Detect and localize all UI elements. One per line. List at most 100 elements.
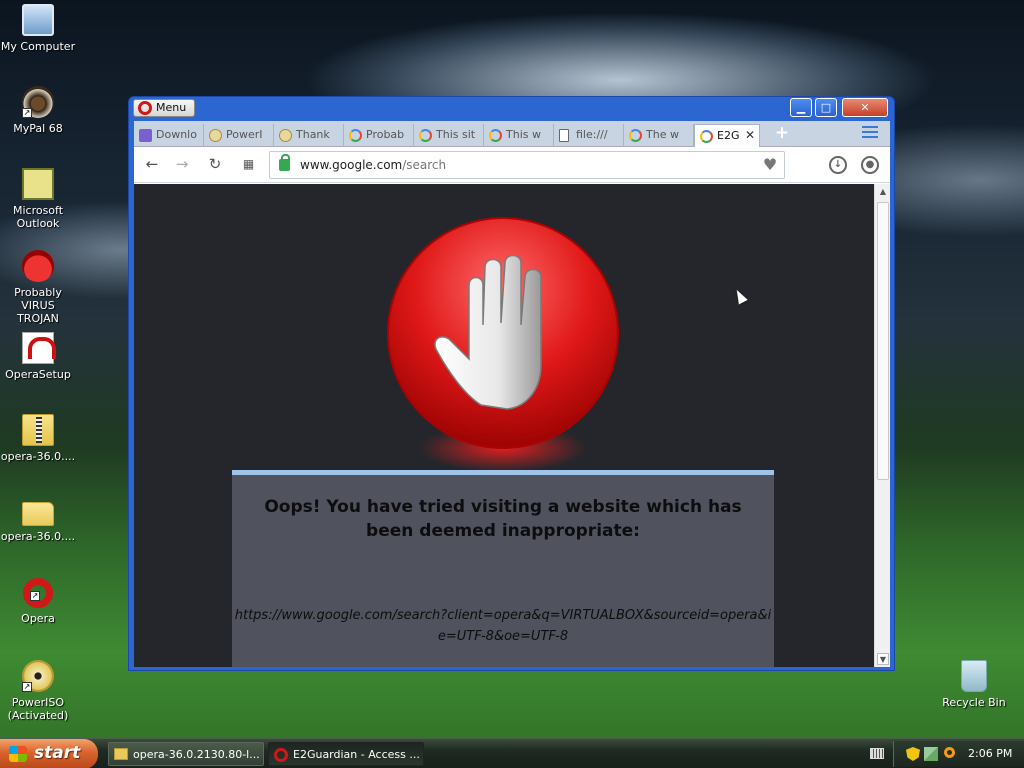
reload-icon[interactable]: ↻: [205, 155, 225, 175]
vertical-scrollbar[interactable]: ▲ ▼: [874, 184, 890, 667]
desktop-icon-label-line2: Outlook: [16, 217, 60, 230]
desktop-icon-virus[interactable]: Probably VIRUS TROJAN: [0, 250, 76, 325]
secure-lock-icon: [279, 154, 290, 171]
address-bar[interactable]: www.google.com/search ♥: [269, 151, 785, 179]
tab-downloads[interactable]: Downlo: [134, 124, 204, 147]
scroll-up-icon[interactable]: ▲: [877, 186, 889, 198]
tab-menu-icon[interactable]: [862, 126, 878, 140]
network-icon[interactable]: [924, 747, 938, 761]
desktop-icon-recycle-bin[interactable]: Recycle Bin: [936, 660, 1012, 709]
poweriso-favicon-icon: [209, 129, 222, 142]
tab-thank[interactable]: Thank: [274, 124, 344, 147]
maximize-button[interactable]: □: [815, 98, 837, 117]
tab-this-site[interactable]: This sit: [414, 124, 484, 147]
desktop-icon-label: My Computer: [0, 40, 76, 53]
desktop-icon-label: Opera: [21, 612, 55, 625]
back-arrow-icon[interactable]: ←: [142, 155, 162, 175]
desktop-icon-label: Microsoft: [12, 204, 64, 217]
tab-title: file:///: [576, 128, 608, 141]
browser-window: Menu ▁ □ ✕ Downlo PowerI Thank Probab Th…: [128, 96, 895, 671]
tab-close-icon[interactable]: ✕: [745, 128, 755, 142]
tab-title: This w: [506, 128, 541, 141]
desktop-icon-label: opera-36.0....: [0, 530, 76, 543]
opera-logo-icon: [138, 101, 152, 115]
account-icon[interactable]: ●: [861, 156, 879, 174]
tab-bar: Downlo PowerI Thank Probab This sit This…: [134, 121, 890, 147]
tab-the-w[interactable]: The w: [624, 124, 694, 147]
minimize-button[interactable]: ▁: [790, 98, 812, 117]
outlook-icon: [22, 168, 54, 200]
security-shield-icon[interactable]: [906, 747, 920, 761]
desktop-icon-label: opera-36.0....: [0, 450, 76, 463]
scroll-down-icon[interactable]: ▼: [877, 653, 889, 665]
desktop-icon-opera[interactable]: ↗ Opera: [0, 578, 76, 625]
heart-bookmark-icon[interactable]: ♥: [760, 155, 780, 175]
tab-title: Probab: [366, 128, 405, 141]
tab-poweriso[interactable]: PowerI: [204, 124, 274, 147]
block-message-box: Oops! You have tried visiting a website …: [232, 470, 774, 667]
google-favicon-icon: [700, 130, 713, 143]
tab-title: E2G: [717, 129, 740, 142]
system-tray: 2:06 PM: [893, 741, 1024, 767]
keyboard-icon[interactable]: [870, 748, 884, 759]
folder-icon: [22, 502, 54, 526]
taskbar: start opera-36.0.2130.80-l... E2Guardian…: [0, 738, 1024, 768]
tab-this-w[interactable]: This w: [484, 124, 554, 147]
blocked-url[interactable]: https://www.google.com/search?client=ope…: [232, 605, 774, 647]
search-icon[interactable]: [944, 747, 955, 758]
mk-favicon-icon: [139, 129, 152, 142]
close-button[interactable]: ✕: [842, 98, 888, 117]
windows-flag-icon: [9, 746, 27, 762]
google-favicon-icon: [489, 129, 502, 142]
desktop-icon-outlook[interactable]: Microsoft Outlook: [0, 168, 76, 230]
file-favicon-icon: [559, 129, 569, 142]
page-content: Oops! You have tried visiting a website …: [134, 184, 874, 667]
tab-title: PowerI: [226, 128, 263, 141]
desktop-icon-label: OperaSetup: [5, 368, 71, 381]
new-tab-button[interactable]: +: [772, 124, 792, 144]
tab-file[interactable]: file:///: [554, 124, 624, 147]
desktop-icon-opera-setup[interactable]: OperaSetup: [0, 332, 76, 381]
url-host: www.google.com: [300, 158, 403, 172]
tab-probably[interactable]: Probab: [344, 124, 414, 147]
google-favicon-icon: [629, 129, 642, 142]
start-button[interactable]: start: [0, 739, 98, 768]
desktop-icon-mypal[interactable]: ↗ MyPal 68: [0, 86, 76, 135]
computer-icon: [22, 4, 54, 36]
tab-title: Thank: [296, 128, 330, 141]
desktop-icon-label-line2: (Activated): [7, 709, 69, 722]
desktop-icon-label: MyPal 68: [13, 122, 63, 135]
browser-client-area: Downlo PowerI Thank Probab This sit This…: [134, 121, 890, 667]
url-text[interactable]: www.google.com/search: [300, 158, 446, 172]
desktop-icon-my-computer[interactable]: My Computer: [0, 4, 76, 53]
tab-title: Downlo: [156, 128, 197, 141]
recycle-bin-icon: [961, 660, 987, 692]
taskbar-item-label: E2Guardian - Access ...: [293, 748, 420, 761]
start-label: start: [34, 743, 81, 763]
folder-icon: [114, 748, 128, 760]
opera-icon: [274, 748, 288, 762]
url-path: /search: [402, 158, 447, 172]
tab-e2g-active[interactable]: E2G ✕: [694, 124, 760, 147]
menu-label: Menu: [156, 101, 187, 114]
address-toolbar: ← → ↻ ▦ www.google.com/search ♥ ↓ ●: [134, 147, 890, 183]
forward-arrow-icon[interactable]: →: [172, 155, 192, 175]
download-icon[interactable]: ↓: [829, 156, 847, 174]
google-favicon-icon: [349, 129, 362, 142]
taskbar-item-folder[interactable]: opera-36.0.2130.80-l...: [108, 742, 264, 766]
taskbar-item-e2guardian[interactable]: E2Guardian - Access ...: [268, 742, 424, 766]
desktop-icon-opera-zip[interactable]: opera-36.0....: [0, 414, 76, 463]
poweriso-icon: ↗: [22, 660, 54, 692]
desktop-icon-opera-folder[interactable]: opera-36.0....: [0, 496, 76, 543]
desktop-icon-label-line2: VIRUS TROJAN: [17, 299, 59, 325]
zip-folder-icon: [22, 414, 54, 446]
clock[interactable]: 2:06 PM: [968, 747, 1012, 760]
scroll-thumb[interactable]: [877, 202, 889, 480]
desktop-icon-label: Recycle Bin: [942, 696, 1006, 709]
opera-menu-button[interactable]: Menu: [133, 99, 196, 117]
desktop-icon-poweriso[interactable]: ↗ PowerISO (Activated): [0, 660, 76, 722]
speed-dial-grid-icon[interactable]: ▦: [238, 155, 258, 175]
opera-icon: ↗: [23, 578, 53, 608]
raised-hand-icon: [434, 255, 542, 410]
window-title-bar[interactable]: Menu ▁ □ ✕: [129, 97, 894, 119]
